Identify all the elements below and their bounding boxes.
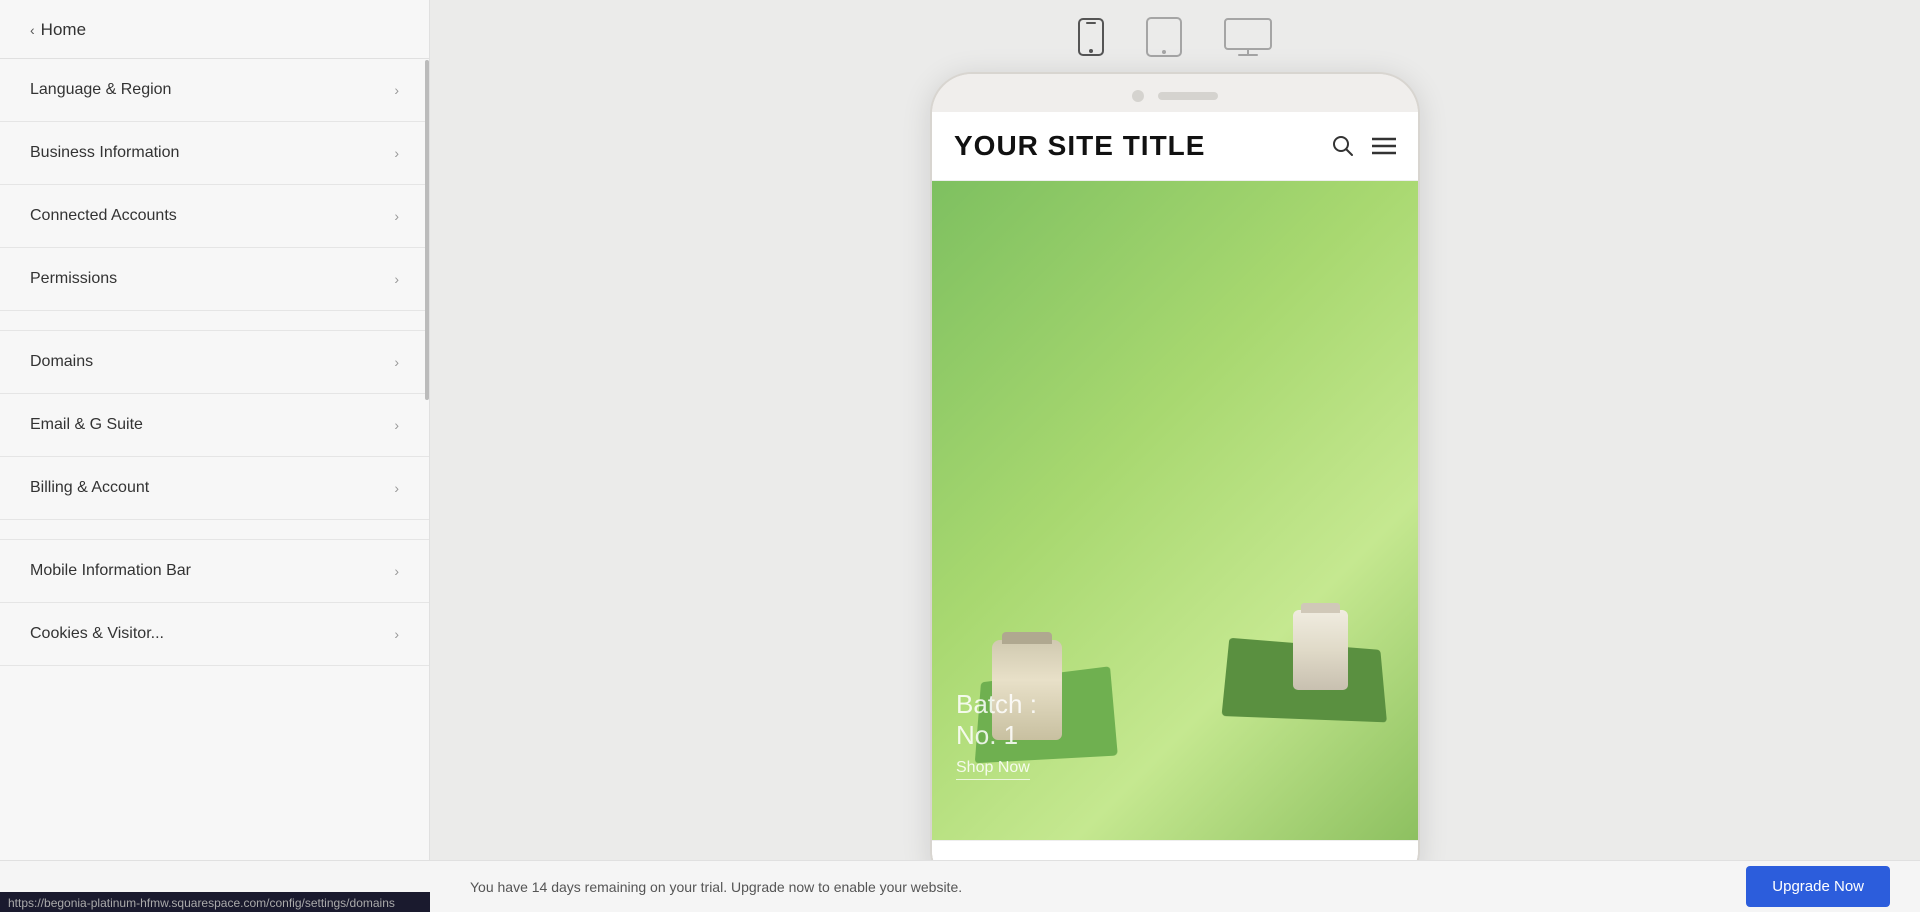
site-header: YOUR SITE TITLE	[932, 112, 1418, 181]
mobile-device-button[interactable]	[1077, 17, 1105, 57]
sidebar-item-domains[interactable]: Domains ›	[0, 331, 429, 394]
chevron-right-icon: ›	[394, 82, 399, 98]
sidebar-item-label: Billing & Account	[30, 479, 149, 497]
sidebar-item-permissions[interactable]: Permissions ›	[0, 248, 429, 311]
chevron-right-icon: ›	[394, 145, 399, 161]
sidebar-item-connected-accounts[interactable]: Connected Accounts ›	[0, 185, 429, 248]
sidebar-item-email-g-suite[interactable]: Email & G Suite ›	[0, 394, 429, 457]
sidebar-item-label: Connected Accounts	[30, 207, 177, 225]
hero-section: Batch : No. 1 Shop Now	[932, 181, 1418, 840]
status-url-bar: https://begonia-platinum-hfmw.squarespac…	[0, 892, 430, 912]
main-content: YOUR SITE TITLE	[430, 0, 1920, 912]
phone-mockup: YOUR SITE TITLE	[930, 72, 1420, 892]
chevron-right-icon: ›	[394, 208, 399, 224]
home-nav[interactable]: ‹ Home	[0, 0, 429, 58]
sidebar-item-label: Mobile Information Bar	[30, 562, 191, 580]
chevron-right-icon: ›	[394, 417, 399, 433]
sidebar-item-label: Email & G Suite	[30, 416, 143, 434]
jar-right	[1293, 610, 1348, 690]
sidebar-item-label: Domains	[30, 353, 93, 371]
sidebar-scrollbar-thumb[interactable]	[425, 60, 429, 400]
tablet-device-button[interactable]	[1145, 16, 1183, 58]
site-header-icons	[1332, 135, 1396, 157]
phone-top-bar	[932, 74, 1418, 112]
menu-icon[interactable]	[1372, 137, 1396, 155]
chevron-right-icon: ›	[394, 563, 399, 579]
shop-now-link[interactable]: Shop Now	[956, 759, 1030, 780]
sidebar-item-label: Permissions	[30, 270, 117, 288]
desktop-device-button[interactable]	[1223, 17, 1273, 57]
site-title: YOUR SITE TITLE	[954, 130, 1205, 162]
sidebar-item-language-region[interactable]: Language & Region ›	[0, 59, 429, 122]
sidebar-item-billing-account[interactable]: Billing & Account ›	[0, 457, 429, 520]
search-icon[interactable]	[1332, 135, 1354, 157]
chevron-right-icon: ›	[394, 626, 399, 642]
sidebar-gap-2	[0, 520, 429, 540]
upgrade-now-button[interactable]: Upgrade Now	[1746, 866, 1890, 907]
phone-screen: YOUR SITE TITLE	[932, 112, 1418, 890]
sidebar-gap	[0, 311, 429, 331]
chevron-right-icon: ›	[394, 480, 399, 496]
phone-speaker	[1158, 92, 1218, 100]
sidebar-item-label: Language & Region	[30, 81, 171, 99]
batch-label: Batch :	[956, 689, 1037, 720]
sidebar-item-mobile-information-bar[interactable]: Mobile Information Bar ›	[0, 540, 429, 603]
sidebar-item-business-information[interactable]: Business Information ›	[0, 122, 429, 185]
trial-message: You have 14 days remaining on your trial…	[430, 879, 962, 895]
sidebar: ‹ Home Language & Region › Business Info…	[0, 0, 430, 912]
chevron-right-icon: ›	[394, 271, 399, 287]
home-label: Home	[41, 20, 86, 40]
device-toolbar	[430, 0, 1920, 72]
sidebar-item-label: Cookies & Visitor...	[30, 625, 164, 643]
chevron-left-icon: ‹	[30, 22, 35, 38]
chevron-right-icon: ›	[394, 354, 399, 370]
hero-text: Batch : No. 1 Shop Now	[956, 689, 1037, 780]
batch-number: No. 1	[956, 720, 1037, 751]
sidebar-item-cookies-visitor[interactable]: Cookies & Visitor... ›	[0, 603, 429, 666]
phone-camera	[1132, 90, 1144, 102]
sidebar-item-label: Business Information	[30, 144, 179, 162]
